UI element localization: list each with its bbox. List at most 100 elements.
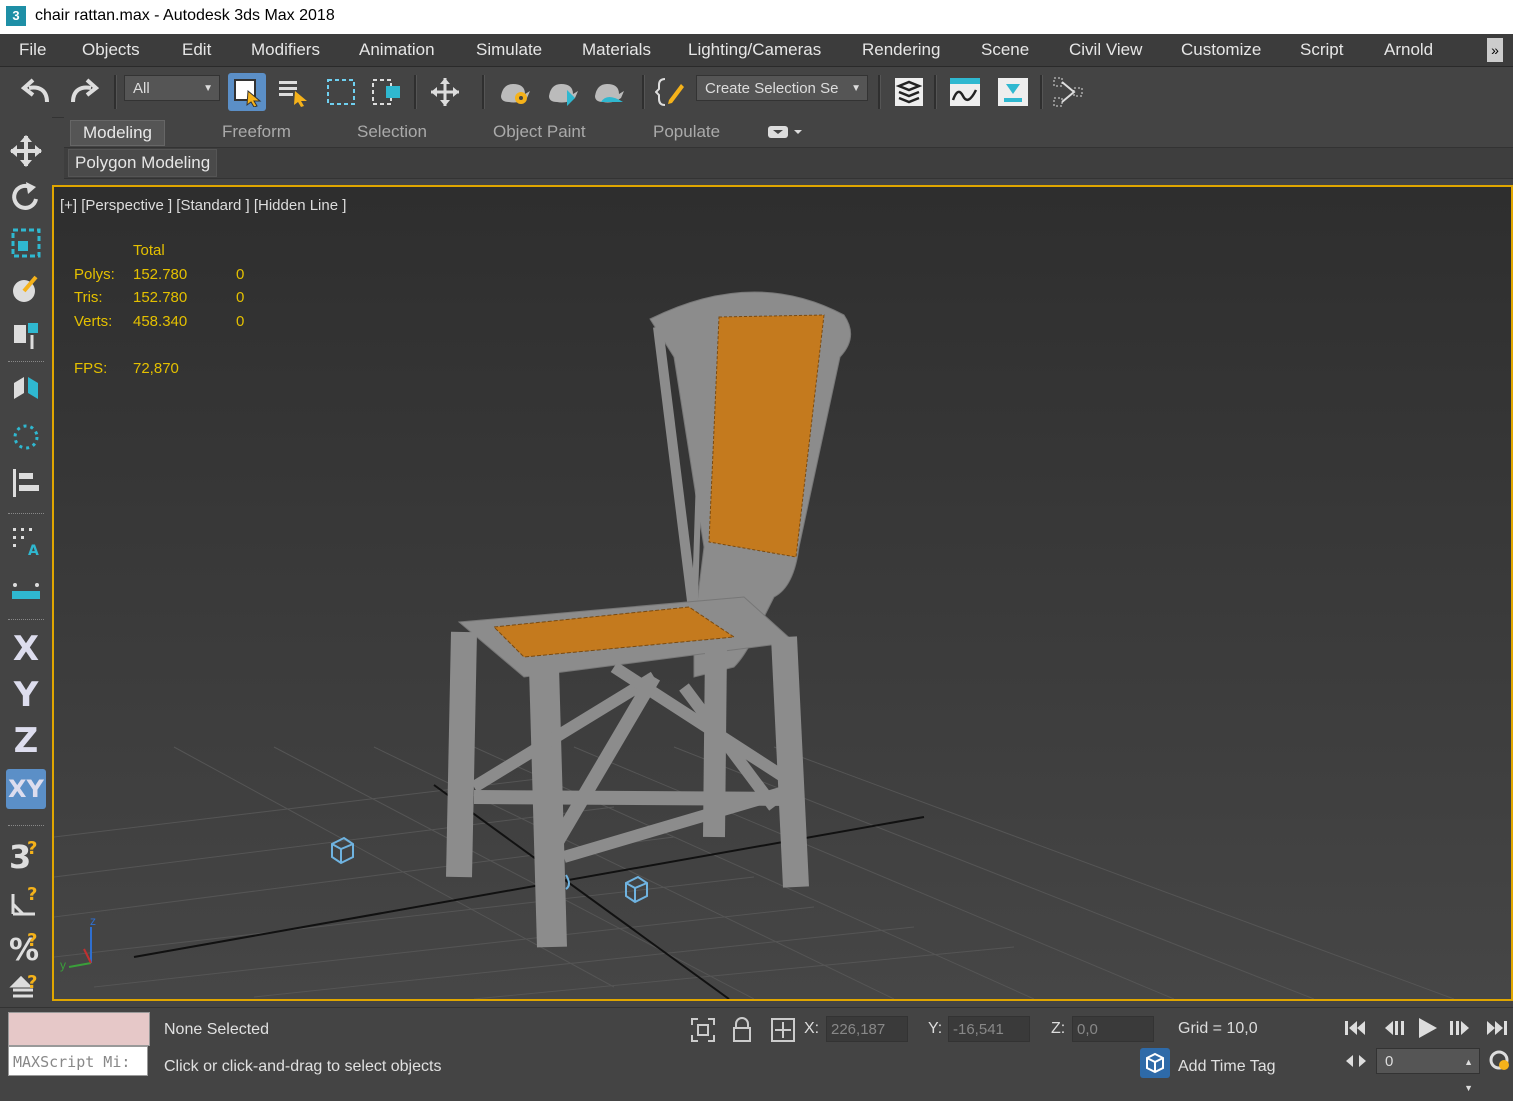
menu-materials[interactable]: Materials xyxy=(582,40,651,60)
tab-selection[interactable]: Selection xyxy=(357,120,427,144)
selection-set-value: Create Selection Se xyxy=(705,80,839,97)
align-list-icon[interactable] xyxy=(6,463,46,503)
select-and-move-icon[interactable] xyxy=(426,73,464,111)
array-icon[interactable]: A xyxy=(6,521,46,561)
rectangular-selection-region-icon[interactable] xyxy=(322,73,360,111)
edit-named-selection-sets-icon[interactable] xyxy=(652,73,690,111)
menu-customize[interactable]: Customize xyxy=(1181,40,1261,60)
go-to-start-icon[interactable] xyxy=(1343,1018,1367,1043)
rendered-frame-window-icon[interactable] xyxy=(544,73,582,111)
ribbon-panel: Polygon Modeling xyxy=(64,148,1513,179)
redo-icon[interactable] xyxy=(64,73,102,111)
maxscript-mini-listener[interactable]: MAXScript Mi: xyxy=(8,1046,148,1076)
selection-filter-dropdown[interactable]: All ▼ xyxy=(124,75,220,101)
angle-snap-icon[interactable]: ? xyxy=(6,881,46,921)
axis-xy-button[interactable]: XY xyxy=(6,769,46,809)
status-bar: MAXScript Mi: None Selected Click or cli… xyxy=(0,1007,1513,1093)
render-production-icon[interactable] xyxy=(590,73,628,111)
previous-frame-icon[interactable] xyxy=(1381,1018,1407,1043)
y-coordinate-field[interactable]: -16,541 xyxy=(948,1016,1030,1042)
window-title: chair rattan.max - Autodesk 3ds Max 2018 xyxy=(35,7,335,24)
next-frame-icon[interactable] xyxy=(1447,1018,1473,1043)
menu-civil-view[interactable]: Civil View xyxy=(1069,40,1142,60)
go-to-end-icon[interactable] xyxy=(1485,1018,1509,1043)
key-mode-toggle-icon[interactable] xyxy=(1346,1053,1366,1074)
polygon-modeling-panel[interactable]: Polygon Modeling xyxy=(68,149,218,177)
schematic-view-icon[interactable] xyxy=(994,73,1032,111)
measure-icon[interactable] xyxy=(6,569,46,609)
maxscript-listener-swatch[interactable] xyxy=(8,1012,150,1046)
verts-total: 458.340 xyxy=(133,313,188,330)
gizmo-y-label: y xyxy=(60,958,66,972)
axis-z-button[interactable]: Z xyxy=(6,721,46,761)
snaps-toggle-icon[interactable] xyxy=(6,417,46,457)
layer-explorer-icon[interactable] xyxy=(890,73,928,111)
tab-modeling[interactable]: Modeling xyxy=(70,120,165,146)
perspective-viewport[interactable]: z y [+] [Perspective ] [Standard ] [Hidd… xyxy=(52,185,1513,1001)
menu-arnold[interactable]: Arnold xyxy=(1384,40,1433,60)
verts-selected: 0 xyxy=(236,313,245,330)
rotate-icon[interactable] xyxy=(6,177,46,217)
spinner-snap-icon[interactable]: ? xyxy=(6,969,46,1009)
absolute-mode-transform-icon[interactable] xyxy=(770,1017,796,1048)
undo-icon[interactable] xyxy=(18,73,56,111)
axis-x-button[interactable]: X xyxy=(6,629,46,669)
tab-object-paint[interactable]: Object Paint xyxy=(493,120,586,144)
tab-populate[interactable]: Populate xyxy=(653,120,720,144)
polys-label: Polys: xyxy=(74,266,115,283)
tris-total: 152.780 xyxy=(133,289,188,306)
ribbon-options-icon[interactable] xyxy=(768,124,808,145)
svg-text:?: ? xyxy=(27,838,37,859)
chevron-down-icon: ▼ xyxy=(851,83,861,94)
menu-objects[interactable]: Objects xyxy=(82,40,140,60)
menu-script[interactable]: Script xyxy=(1300,40,1343,60)
menu-simulate[interactable]: Simulate xyxy=(476,40,542,60)
align-icon[interactable] xyxy=(6,315,46,355)
window-crossing-icon[interactable] xyxy=(368,73,406,111)
placement-icon[interactable] xyxy=(6,269,46,309)
percent-snap-icon[interactable]: %? xyxy=(6,927,46,967)
isolate-selection-icon[interactable] xyxy=(690,1017,716,1048)
create-selection-set-dropdown[interactable]: Create Selection Se ▼ xyxy=(696,75,868,101)
lock-icon[interactable] xyxy=(731,1017,753,1048)
snap-3d-icon[interactable]: 3? xyxy=(6,835,46,875)
current-frame-field[interactable]: 0 ▲ ▼ xyxy=(1376,1048,1480,1093)
spinner-arrows-icon[interactable]: ▲ ▼ xyxy=(1464,1049,1473,1101)
menu-animation[interactable]: Animation xyxy=(359,40,435,60)
play-icon[interactable] xyxy=(1415,1016,1439,1045)
curve-editor-icon[interactable] xyxy=(946,73,984,111)
menu-rendering[interactable]: Rendering xyxy=(862,40,940,60)
scene-explorer-icon[interactable] xyxy=(1050,73,1088,111)
menu-overflow-button[interactable]: » xyxy=(1487,38,1503,62)
render-setup-icon[interactable] xyxy=(496,73,534,111)
menu-edit[interactable]: Edit xyxy=(182,40,211,60)
title-bar: 3 chair rattan.max - Autodesk 3ds Max 20… xyxy=(0,0,1513,34)
time-tag-icon[interactable] xyxy=(1140,1048,1170,1078)
menu-scene[interactable]: Scene xyxy=(981,40,1029,60)
mirror-icon[interactable] xyxy=(6,369,46,409)
menu-bar: File Objects Edit Modifiers Animation Si… xyxy=(0,34,1513,67)
x-coordinate-field[interactable]: 226,187 xyxy=(826,1016,908,1042)
main-toolbar: All ▼ Create Selection Se ▼ xyxy=(0,67,1513,118)
menu-file[interactable]: File xyxy=(19,40,46,60)
scale-icon[interactable] xyxy=(6,223,46,263)
axis-y-button[interactable]: Y xyxy=(6,675,46,715)
time-configuration-icon[interactable] xyxy=(1489,1050,1511,1077)
add-time-tag-button[interactable]: Add Time Tag xyxy=(1178,1058,1276,1076)
verts-label: Verts: xyxy=(74,313,113,330)
fps-value: 72,870 xyxy=(133,360,179,377)
svg-text:?: ? xyxy=(27,930,37,951)
grid-size-readout: Grid = 10,0 xyxy=(1178,1020,1258,1037)
ribbon-tab-bar: Modeling Freeform Selection Object Paint… xyxy=(64,117,1513,148)
move-icon[interactable] xyxy=(6,131,46,171)
select-by-name-icon[interactable] xyxy=(274,73,312,111)
z-coordinate-field[interactable]: 0,0 xyxy=(1072,1016,1154,1042)
viewport-label[interactable]: [+] [Perspective ] [Standard ] [Hidden L… xyxy=(60,197,346,214)
polys-total: 152.780 xyxy=(133,266,188,283)
select-object-button[interactable] xyxy=(228,73,266,111)
z-coordinate-label: Z: xyxy=(1051,1020,1066,1037)
menu-modifiers[interactable]: Modifiers xyxy=(251,40,320,60)
menu-lighting-cameras[interactable]: Lighting/Cameras xyxy=(688,40,821,60)
prompt-line: Click or click-and-drag to select object… xyxy=(164,1058,442,1075)
tab-freeform[interactable]: Freeform xyxy=(222,120,291,144)
